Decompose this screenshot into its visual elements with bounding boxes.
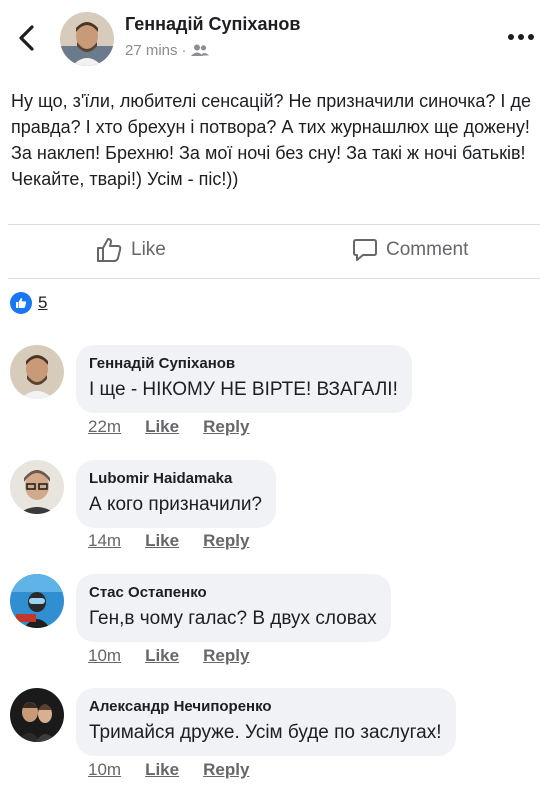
comment-actions: 14m Like Reply: [88, 531, 249, 551]
commenter-name[interactable]: Александр Нечипоренко: [89, 698, 442, 716]
comment-text: Ген,в чому галас? В двух словах: [89, 608, 377, 629]
comment-time[interactable]: 10m: [88, 760, 121, 780]
comment-time[interactable]: 22m: [88, 417, 121, 437]
comment-text: Тримайся друже. Усім буде по заслугах!: [89, 722, 442, 743]
comment-like-link[interactable]: Like: [145, 760, 179, 780]
comment-like-link[interactable]: Like: [145, 646, 179, 666]
reactions-summary[interactable]: 5: [10, 292, 47, 314]
commenter-avatar[interactable]: [10, 345, 64, 399]
comment-button-label: Comment: [386, 239, 469, 260]
commenter-avatar[interactable]: [10, 460, 64, 514]
back-arrow-icon[interactable]: [14, 22, 40, 54]
comment-reply-link[interactable]: Reply: [203, 646, 249, 666]
comment-time[interactable]: 14m: [88, 531, 121, 551]
comment-text: І ще - НІКОМУ НЕ ВІРТЕ! ВЗАГАЛІ!: [89, 379, 398, 400]
like-button-label: Like: [131, 239, 166, 260]
post-meta: 27 mins ·: [125, 42, 209, 59]
commenter-name[interactable]: Lubomir Haidamaka: [89, 470, 262, 488]
comment-text: А кого призначили?: [89, 494, 263, 515]
comment-actions: 10m Like Reply: [88, 646, 249, 666]
meta-separator: ·: [181, 42, 187, 59]
comment-bubble: Александр Нечипоренко Тримайся друже. Ус…: [76, 688, 456, 756]
thumbs-up-icon: [97, 238, 122, 262]
reaction-count[interactable]: 5: [38, 293, 47, 313]
like-button[interactable]: Like: [95, 230, 166, 270]
comment-icon: [353, 239, 377, 261]
more-icon[interactable]: [506, 30, 536, 44]
divider: [8, 278, 540, 279]
post-time[interactable]: 27 mins: [125, 42, 178, 59]
divider: [8, 224, 540, 225]
commenter-avatar[interactable]: [10, 688, 64, 742]
comment-reply-link[interactable]: Reply: [203, 531, 249, 551]
comment-like-link[interactable]: Like: [145, 417, 179, 437]
author-avatar[interactable]: [60, 12, 114, 66]
comment-bubble: Lubomir Haidamaka А кого призначили?: [76, 460, 277, 528]
commenter-name[interactable]: Геннадій Супіханов: [89, 355, 398, 373]
comment-actions: 22m Like Reply: [88, 417, 249, 437]
comment-button[interactable]: Comment: [352, 230, 468, 270]
friends-icon: [190, 44, 209, 56]
like-reaction-icon: [10, 292, 32, 314]
commenter-name[interactable]: Стас Остапенко: [89, 584, 377, 602]
post-text: Ну що, з'їли, любителі сенсацій? Не приз…: [11, 91, 531, 189]
comment-bubble: Стас Остапенко Ген,в чому галас? В двух …: [76, 574, 391, 642]
post-author-name[interactable]: Геннадій Супіханов: [125, 14, 300, 35]
comment-reply-link[interactable]: Reply: [203, 760, 249, 780]
comment-actions: 10m Like Reply: [88, 760, 249, 780]
commenter-avatar[interactable]: [10, 574, 64, 628]
comment-bubble: Геннадій Супіханов І ще - НІКОМУ НЕ ВІРТ…: [76, 345, 412, 413]
comment-like-link[interactable]: Like: [145, 531, 179, 551]
comment-reply-link[interactable]: Reply: [203, 417, 249, 437]
comment-time[interactable]: 10m: [88, 646, 121, 666]
